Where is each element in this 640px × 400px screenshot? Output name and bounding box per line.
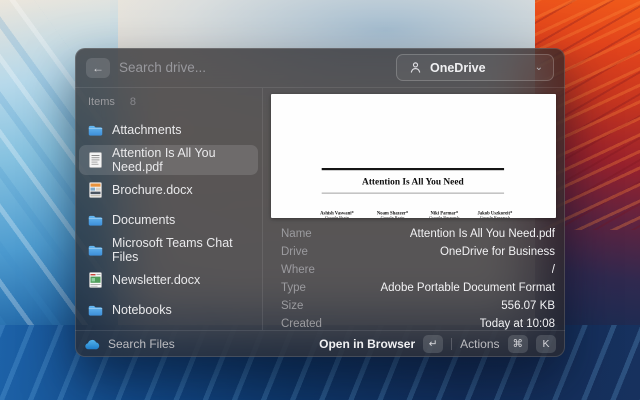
paper-author: Jakob Uszkoreit* Google Research usz@goo… xyxy=(477,210,512,218)
back-arrow-icon: ← xyxy=(92,61,104,75)
chevron-down-icon: ⌄ xyxy=(535,63,543,73)
footer-source-label: Search Files xyxy=(108,337,175,351)
footer-action-bar: Search Files Open in Browser ↵ Actions ⌘… xyxy=(75,330,565,357)
list-item-label: Newsletter.docx xyxy=(112,273,200,287)
docx-file-icon xyxy=(87,182,103,198)
metadata-row-size: Size 556.07 KB xyxy=(263,297,565,315)
k-key-icon: K xyxy=(536,335,556,353)
paper-title: Attention Is All You Need xyxy=(271,176,555,187)
drive-selector-label: OneDrive xyxy=(430,61,528,75)
list-item-label: Brochure.docx xyxy=(112,183,193,197)
list-item-documents[interactable]: Documents xyxy=(79,205,258,235)
metadata-row-name: Name Attention Is All You Need.pdf xyxy=(263,225,565,243)
back-button[interactable]: ← xyxy=(86,58,110,78)
list-item-label: Notebooks xyxy=(112,303,172,317)
folder-icon xyxy=(87,212,103,228)
items-label: Items xyxy=(88,96,115,108)
primary-action-label[interactable]: Open in Browser xyxy=(319,337,415,351)
list-item-teams-chat-files[interactable]: Microsoft Teams Chat Files xyxy=(79,235,258,265)
enter-key-icon[interactable]: ↵ xyxy=(423,335,443,353)
paper-rule-thin xyxy=(322,193,504,194)
person-icon xyxy=(407,60,423,76)
footer-source: Search Files xyxy=(84,337,311,351)
list-item-notebooks[interactable]: Notebooks xyxy=(79,295,258,325)
footer-divider xyxy=(451,338,452,350)
search-input[interactable] xyxy=(119,60,387,75)
list-item-label: Attention Is All You Need.pdf xyxy=(112,146,250,174)
paper-authors-row-1: Ashish Vaswani* Google Brain avaswani@go… xyxy=(271,210,555,218)
pdf-page-thumbnail: Attention Is All You Need Ashish Vaswani… xyxy=(271,94,556,218)
metadata-row-type: Type Adobe Portable Document Format xyxy=(263,279,565,297)
file-list: Attachments Attention Is All You Need.pd… xyxy=(75,115,262,325)
items-count: 8 xyxy=(130,96,136,108)
detail-pane: Attention Is All You Need Ashish Vaswani… xyxy=(263,88,565,330)
list-item-newsletter-docx[interactable]: Newsletter.docx xyxy=(79,265,258,295)
file-metadata: Name Attention Is All You Need.pdf Drive… xyxy=(263,222,565,333)
list-item-label: Documents xyxy=(112,213,175,227)
list-item-label: Microsoft Teams Chat Files xyxy=(112,236,250,264)
folder-icon xyxy=(87,242,103,258)
pdf-file-icon xyxy=(87,152,103,168)
header: ← OneDrive ⌄ xyxy=(75,48,565,88)
file-list-sidebar: Items 8 Attachments Attention Is All You… xyxy=(75,88,263,330)
list-item-attention-pdf[interactable]: Attention Is All You Need.pdf xyxy=(79,145,258,175)
docx-file-icon xyxy=(87,272,103,288)
cmd-key-icon: ⌘ xyxy=(508,335,529,353)
paper-author: Niki Parmar* Google Research nikip@googl… xyxy=(424,210,464,218)
list-item-label: Attachments xyxy=(112,123,181,137)
list-item-attachments[interactable]: Attachments xyxy=(79,115,258,145)
metadata-row-where: Where / xyxy=(263,261,565,279)
main-content: Items 8 Attachments Attention Is All You… xyxy=(75,88,565,330)
paper-rule-thick xyxy=(322,168,504,170)
drive-selector-dropdown[interactable]: OneDrive ⌄ xyxy=(396,54,554,81)
list-item-brochure-docx[interactable]: Brochure.docx xyxy=(79,175,258,205)
items-section-header: Items 8 xyxy=(75,94,262,115)
onedrive-cloud-icon xyxy=(84,339,100,350)
metadata-row-drive: Drive OneDrive for Business xyxy=(263,243,565,261)
paper-author: Ashish Vaswani* Google Brain avaswani@go… xyxy=(313,210,360,218)
actions-menu-label[interactable]: Actions xyxy=(460,337,499,351)
document-preview: Attention Is All You Need Ashish Vaswani… xyxy=(263,88,565,222)
paper-author: Noam Shazeer* Google Brain noam@google.c… xyxy=(374,210,411,218)
drive-search-window: ← OneDrive ⌄ Items 8 xyxy=(75,48,565,357)
folder-icon xyxy=(87,122,103,138)
folder-icon xyxy=(87,302,103,318)
